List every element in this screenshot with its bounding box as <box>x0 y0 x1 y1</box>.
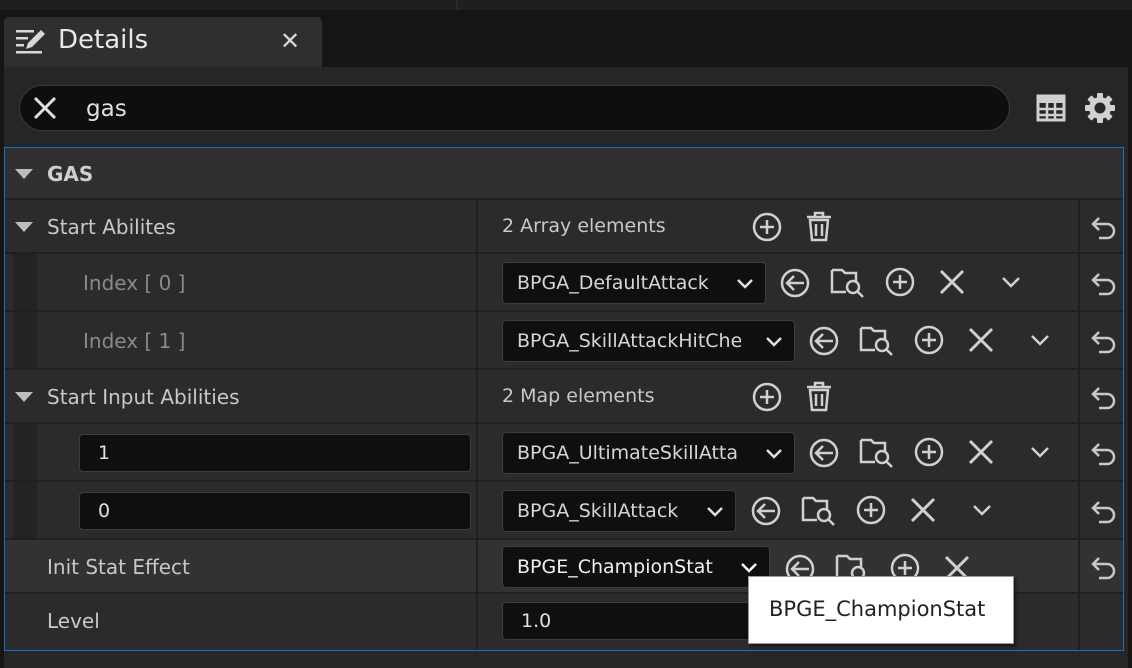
collapse-arrow-icon[interactable] <box>15 169 33 179</box>
chevron-down-icon <box>764 333 784 355</box>
clear-element-icon[interactable] <box>966 325 996 359</box>
property-label: Init Stat Effect <box>47 555 190 579</box>
insert-element-icon[interactable] <box>913 436 945 472</box>
browse-asset-icon[interactable] <box>859 322 895 360</box>
close-tab-icon[interactable]: ✕ <box>280 29 300 53</box>
chevron-down-icon <box>764 445 784 467</box>
asset-picker-value: BPGA_SkillAttackHitChe <box>517 330 741 352</box>
element-options-chevron-icon[interactable] <box>1001 274 1021 293</box>
property-label: Level <box>47 609 100 633</box>
add-element-icon[interactable] <box>751 381 783 417</box>
reset-to-default-icon[interactable] <box>1089 384 1117 414</box>
expand-arrow-icon[interactable] <box>15 222 33 232</box>
reset-to-default-icon[interactable] <box>1089 440 1117 470</box>
map-key-field[interactable]: 1 <box>79 434 471 472</box>
delete-all-icon[interactable] <box>804 210 834 246</box>
map-count: 2 Map elements <box>502 385 655 407</box>
asset-tooltip: BPGE_ChampionStat <box>748 576 1014 644</box>
tab-title: Details <box>58 25 149 55</box>
clear-search-icon[interactable] <box>30 93 60 127</box>
map-key-value: 1 <box>98 442 111 464</box>
insert-element-icon[interactable] <box>855 494 887 530</box>
reset-to-default-icon[interactable] <box>1089 270 1117 300</box>
reset-to-default-icon[interactable] <box>1089 214 1117 244</box>
asset-picker-value: BPGA_UltimateSkillAtta <box>517 442 739 464</box>
reset-to-default-icon[interactable] <box>1089 554 1117 584</box>
map-key-field[interactable]: 0 <box>79 492 471 530</box>
asset-picker-dropdown[interactable]: BPGA_DefaultAttack <box>502 262 766 304</box>
level-value: 1.0 <box>521 610 552 632</box>
tooltip-text: BPGE_ChampionStat <box>769 597 986 621</box>
map-element-row: 1 BPGA_UltimateSkillAtta <box>5 424 1123 482</box>
browse-asset-icon[interactable] <box>830 264 866 302</box>
property-row-start-input-abilities: Start Input Abilities 2 Map elements <box>5 370 1123 424</box>
clear-element-icon[interactable] <box>966 437 996 471</box>
asset-picker-dropdown[interactable]: BPGE_ChampionStat <box>502 546 770 588</box>
array-element-row: Index [ 1 ] BPGA_SkillAttackHitChe <box>5 312 1123 370</box>
insert-element-icon[interactable] <box>884 266 916 302</box>
asset-picker-dropdown[interactable]: BPGA_UltimateSkillAtta <box>502 432 795 474</box>
array-element-row: Index [ 0 ] BPGA_DefaultAttack <box>5 254 1123 312</box>
property-row-start-abilities: Start Abilites 2 Array elements <box>5 200 1123 254</box>
chevron-down-icon <box>735 275 755 297</box>
property-label: Start Abilites <box>47 215 176 239</box>
index-label: Index [ 0 ] <box>83 271 186 295</box>
reset-to-default-icon[interactable] <box>1089 498 1117 528</box>
asset-picker-value: BPGE_ChampionStat <box>517 556 713 578</box>
clear-element-icon[interactable] <box>908 495 938 529</box>
index-label: Index [ 1 ] <box>83 329 186 353</box>
add-element-icon[interactable] <box>751 211 783 247</box>
settings-gear-icon[interactable] <box>1084 92 1116 128</box>
delete-all-icon[interactable] <box>804 380 834 416</box>
search-input[interactable] <box>84 92 988 126</box>
edit-pencil-icon <box>14 25 48 61</box>
use-selected-asset-icon[interactable] <box>778 266 812 304</box>
property-matrix-icon[interactable] <box>1036 93 1066 127</box>
asset-picker-dropdown[interactable]: BPGA_SkillAttackHitChe <box>502 320 795 362</box>
browse-asset-icon[interactable] <box>801 492 837 530</box>
search-bar <box>19 85 1010 131</box>
use-selected-asset-icon[interactable] <box>807 436 841 474</box>
chevron-down-icon <box>705 503 725 525</box>
clear-element-icon[interactable] <box>937 267 967 301</box>
array-count: 2 Array elements <box>502 215 666 237</box>
use-selected-asset-icon[interactable] <box>807 324 841 362</box>
category-row-gas[interactable]: GAS <box>5 148 1123 200</box>
element-options-chevron-icon[interactable] <box>972 502 992 521</box>
element-options-chevron-icon[interactable] <box>1030 444 1050 463</box>
browse-asset-icon[interactable] <box>859 434 895 472</box>
reset-to-default-icon[interactable] <box>1089 328 1117 358</box>
top-bar <box>0 0 1132 10</box>
details-tab[interactable]: Details ✕ <box>4 17 322 67</box>
asset-picker-value: BPGA_SkillAttack <box>517 500 679 522</box>
property-label: Start Input Abilities <box>47 385 240 409</box>
category-label: GAS <box>47 162 94 186</box>
map-key-value: 0 <box>98 500 111 522</box>
use-selected-asset-icon[interactable] <box>749 494 783 532</box>
asset-picker-value: BPGA_DefaultAttack <box>517 272 709 294</box>
map-element-row: 0 BPGA_SkillAttack <box>5 482 1123 540</box>
element-options-chevron-icon[interactable] <box>1030 332 1050 351</box>
expand-arrow-icon[interactable] <box>15 392 33 402</box>
asset-picker-dropdown[interactable]: BPGA_SkillAttack <box>502 490 736 532</box>
insert-element-icon[interactable] <box>913 324 945 360</box>
level-numeric-field[interactable]: 1.0 <box>502 602 762 640</box>
